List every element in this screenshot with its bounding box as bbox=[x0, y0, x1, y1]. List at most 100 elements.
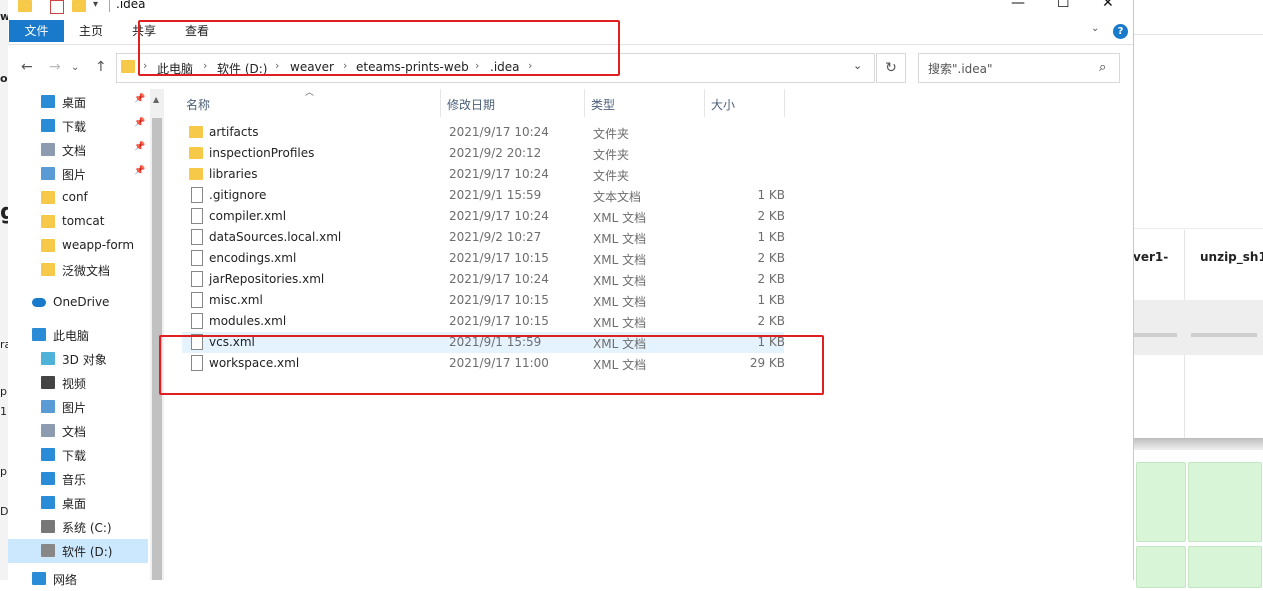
nav-item-label: OneDrive bbox=[53, 295, 110, 309]
nav-item-label: 桌面 bbox=[62, 497, 87, 511]
ribbon-expand-icon[interactable]: ⌄ bbox=[1091, 23, 1099, 34]
file-row[interactable]: encodings.xml 2021/9/17 10:15 XML 文档 2 KB bbox=[182, 248, 785, 269]
help-icon[interactable]: ? bbox=[1113, 24, 1128, 39]
file-name: inspectionProfiles bbox=[209, 146, 315, 160]
file-name: dataSources.local.xml bbox=[209, 230, 342, 244]
nav-quick-access-item[interactable]: weapp-form bbox=[8, 234, 148, 258]
file-date: 2021/9/17 10:15 bbox=[449, 314, 549, 328]
file-row[interactable]: inspectionProfiles 2021/9/2 20:12 文件夹 bbox=[182, 143, 784, 164]
file-type: XML 文档 bbox=[593, 295, 647, 309]
column-header-size[interactable]: 大小 bbox=[711, 96, 735, 113]
refresh-button[interactable]: ↻ bbox=[876, 53, 906, 83]
column-header-type[interactable]: 类型 bbox=[591, 96, 615, 113]
column-divider[interactable] bbox=[584, 89, 585, 117]
file-icon bbox=[191, 250, 203, 266]
pin-icon[interactable]: 📌 bbox=[134, 94, 145, 104]
file-row[interactable]: compiler.xml 2021/9/17 10:24 XML 文档 2 KB bbox=[182, 206, 785, 227]
nav-item-label: 文档 bbox=[62, 144, 87, 158]
folder-icon bbox=[189, 168, 203, 180]
nav-quick-access-item[interactable]: tomcat bbox=[8, 210, 148, 234]
pc-icon bbox=[32, 328, 46, 341]
forward-button[interactable]: → bbox=[49, 59, 61, 75]
nav-item-label: 图片 bbox=[62, 401, 87, 415]
nav-pc-item[interactable]: 文档 bbox=[8, 419, 148, 443]
column-header-name[interactable]: 名称 bbox=[186, 96, 210, 113]
pin-icon[interactable]: 📌 bbox=[134, 142, 145, 152]
column-header-date[interactable]: 修改日期 bbox=[447, 96, 495, 113]
file-row[interactable]: artifacts 2021/9/17 10:24 文件夹 bbox=[182, 122, 784, 143]
picture-icon bbox=[41, 400, 55, 413]
close-button[interactable]: ✕ bbox=[1102, 0, 1114, 11]
file-size: 2 KB bbox=[757, 209, 785, 223]
nav-pc-item[interactable]: 3D 对象 bbox=[8, 347, 148, 371]
column-divider[interactable] bbox=[784, 89, 785, 117]
recent-locations-button[interactable]: ⌄ bbox=[71, 62, 79, 73]
pin-icon[interactable]: 📌 bbox=[134, 166, 145, 176]
pin-icon[interactable]: 📌 bbox=[134, 118, 145, 128]
nav-pc-item[interactable]: 系统 (C:) bbox=[8, 515, 148, 539]
annotation-box-files bbox=[159, 335, 824, 395]
nav-quick-access-item[interactable]: 文档 📌 bbox=[8, 138, 148, 162]
file-name: libraries bbox=[209, 167, 258, 181]
nav-quick-access-item[interactable]: conf bbox=[8, 186, 148, 210]
back-button[interactable]: ← bbox=[21, 59, 33, 75]
window-title: .idea bbox=[116, 0, 146, 11]
nav-this-pc[interactable]: 此电脑 bbox=[8, 323, 148, 347]
nav-pc-item[interactable]: 软件 (D:) bbox=[8, 539, 148, 563]
address-dropdown-icon[interactable]: ⌄ bbox=[853, 59, 862, 72]
nav-pc-item[interactable]: 视频 bbox=[8, 371, 148, 395]
file-row[interactable]: dataSources.local.xml 2021/9/2 10:27 XML 文… bbox=[182, 227, 785, 248]
picture-icon bbox=[41, 167, 55, 180]
scroll-up-icon[interactable]: ▲ bbox=[153, 95, 159, 104]
bg-text-fragment: o bbox=[0, 72, 8, 85]
search-input[interactable]: 搜索".idea" bbox=[928, 60, 993, 77]
tab-file[interactable]: 文件 bbox=[9, 20, 64, 42]
sort-ascending-icon: ︿ bbox=[305, 88, 315, 98]
file-row[interactable]: misc.xml 2021/9/17 10:15 XML 文档 1 KB bbox=[182, 290, 785, 311]
file-icon bbox=[191, 208, 203, 224]
nav-pc-item[interactable]: 音乐 bbox=[8, 467, 148, 491]
network-icon bbox=[32, 572, 46, 585]
file-row[interactable]: libraries 2021/9/17 10:24 文件夹 bbox=[182, 164, 784, 185]
column-divider[interactable] bbox=[704, 89, 705, 117]
minimize-button[interactable]: — bbox=[1011, 0, 1025, 11]
nav-item-label: 3D 对象 bbox=[62, 353, 107, 367]
nav-quick-access-item[interactable]: 下载 📌 bbox=[8, 114, 148, 138]
file-date: 2021/9/17 10:24 bbox=[449, 167, 549, 181]
file-icon bbox=[191, 187, 203, 203]
file-row[interactable]: modules.xml 2021/9/17 10:15 XML 文档 2 KB bbox=[182, 311, 785, 332]
bg-text-fragment: p bbox=[0, 465, 7, 478]
file-date: 2021/9/2 20:12 bbox=[449, 146, 542, 160]
nav-item-label: 桌面 bbox=[62, 96, 87, 110]
properties-checkbox-icon[interactable] bbox=[50, 0, 64, 14]
nav-quick-access-item[interactable]: 泛微文档 bbox=[8, 258, 148, 282]
search-icon[interactable]: ⌕ bbox=[1099, 60, 1106, 75]
new-folder-icon[interactable] bbox=[72, 0, 86, 12]
maximize-button[interactable]: ☐ bbox=[1057, 0, 1070, 11]
nav-pc-item[interactable]: 桌面 bbox=[8, 491, 148, 515]
nav-quick-access-item[interactable]: 图片 📌 bbox=[8, 162, 148, 186]
file-icon bbox=[191, 271, 203, 287]
background-app-right: ver1- unzip_sh1 bbox=[1133, 0, 1263, 588]
nav-quick-access-item[interactable]: 桌面 📌 bbox=[8, 90, 148, 114]
file-name: misc.xml bbox=[209, 293, 263, 307]
nav-network[interactable]: 网络 bbox=[8, 567, 148, 591]
nav-item-label: 图片 bbox=[62, 168, 87, 182]
nav-item-label: 此电脑 bbox=[53, 329, 90, 343]
nav-pc-item[interactable]: 下载 bbox=[8, 443, 148, 467]
file-row[interactable]: jarRepositories.xml 2021/9/17 10:24 XML 文档… bbox=[182, 269, 785, 290]
file-row[interactable]: .gitignore 2021/9/1 15:59 文本文档 1 KB bbox=[182, 185, 785, 206]
bg-shadow bbox=[1133, 438, 1263, 450]
file-type: 文件夹 bbox=[593, 127, 630, 141]
bg-scrollbar-segment bbox=[1133, 333, 1177, 337]
file-name: jarRepositories.xml bbox=[209, 272, 325, 286]
search-box[interactable]: 搜索".idea" ⌕ bbox=[918, 53, 1120, 83]
nav-item-label: 下载 bbox=[62, 449, 87, 463]
quick-access-dropdown-icon[interactable]: ▾ bbox=[93, 0, 98, 10]
file-date: 2021/9/1 15:59 bbox=[449, 188, 542, 202]
nav-pc-item[interactable]: 图片 bbox=[8, 395, 148, 419]
up-button[interactable]: ↑ bbox=[95, 59, 107, 75]
nav-onedrive[interactable]: OneDrive bbox=[8, 291, 148, 315]
column-divider[interactable] bbox=[440, 89, 441, 117]
tab-home[interactable]: 主页 bbox=[79, 22, 103, 39]
